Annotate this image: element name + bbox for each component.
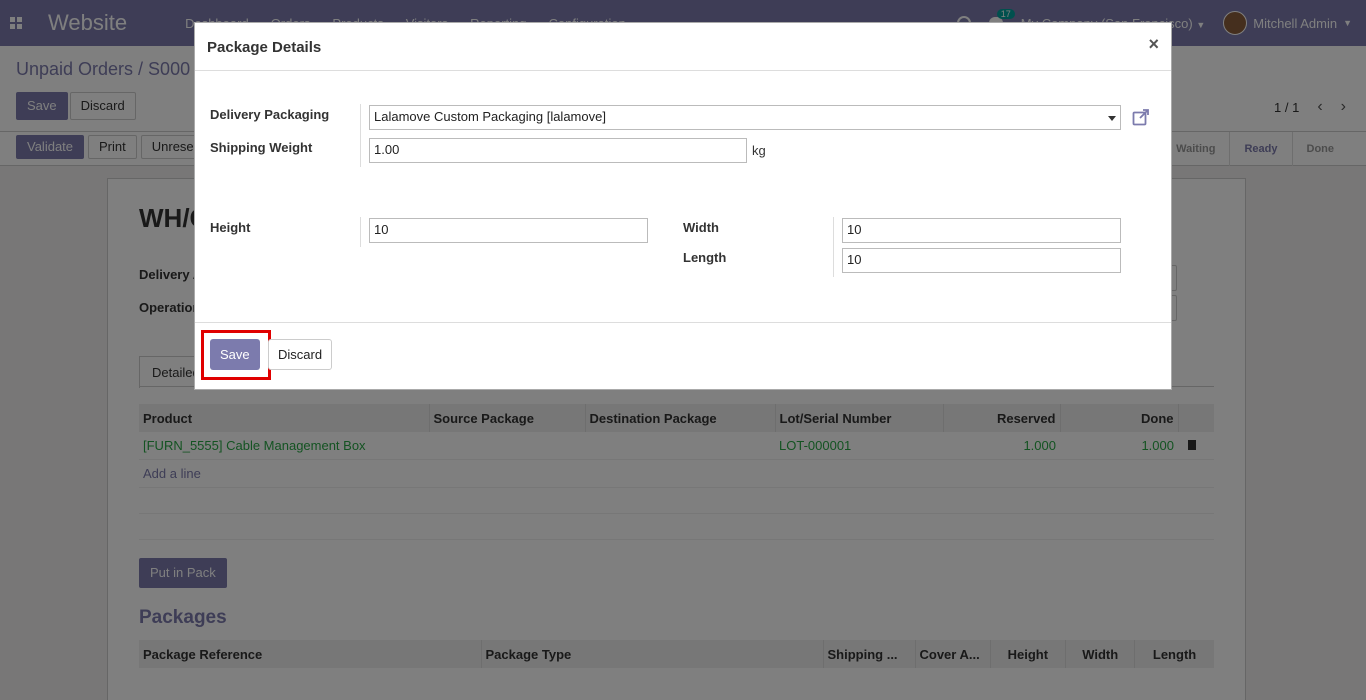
chevron-down-icon[interactable] bbox=[1108, 116, 1116, 121]
modal-discard-button[interactable]: Discard bbox=[268, 339, 333, 370]
modal-save-button[interactable]: Save bbox=[210, 339, 260, 370]
modal-header: Package Details × bbox=[195, 23, 1171, 71]
delivery-packaging-label: Delivery Packaging bbox=[210, 107, 330, 122]
divider bbox=[360, 217, 361, 247]
divider bbox=[833, 217, 834, 277]
divider bbox=[360, 104, 361, 167]
package-details-dialog: Package Details × Delivery Packaging Shi… bbox=[194, 22, 1172, 390]
width-label: Width bbox=[683, 220, 719, 235]
shipping-weight-label: Shipping Weight bbox=[210, 140, 313, 155]
weight-unit-label: kg bbox=[752, 143, 766, 158]
height-label: Height bbox=[210, 220, 251, 235]
modal-footer: Save Discard bbox=[195, 322, 1171, 390]
width-input[interactable]: 10 bbox=[842, 218, 1121, 243]
close-icon[interactable]: × bbox=[1148, 34, 1159, 55]
length-input[interactable]: 10 bbox=[842, 248, 1121, 273]
delivery-packaging-select[interactable]: Lalamove Custom Packaging [lalamove] bbox=[369, 105, 1121, 130]
shipping-weight-input[interactable]: 1.00 bbox=[369, 138, 747, 163]
height-input[interactable]: 10 bbox=[369, 218, 648, 243]
external-link-icon[interactable] bbox=[1132, 108, 1150, 126]
length-label: Length bbox=[683, 250, 727, 265]
modal-title: Package Details bbox=[207, 39, 322, 56]
